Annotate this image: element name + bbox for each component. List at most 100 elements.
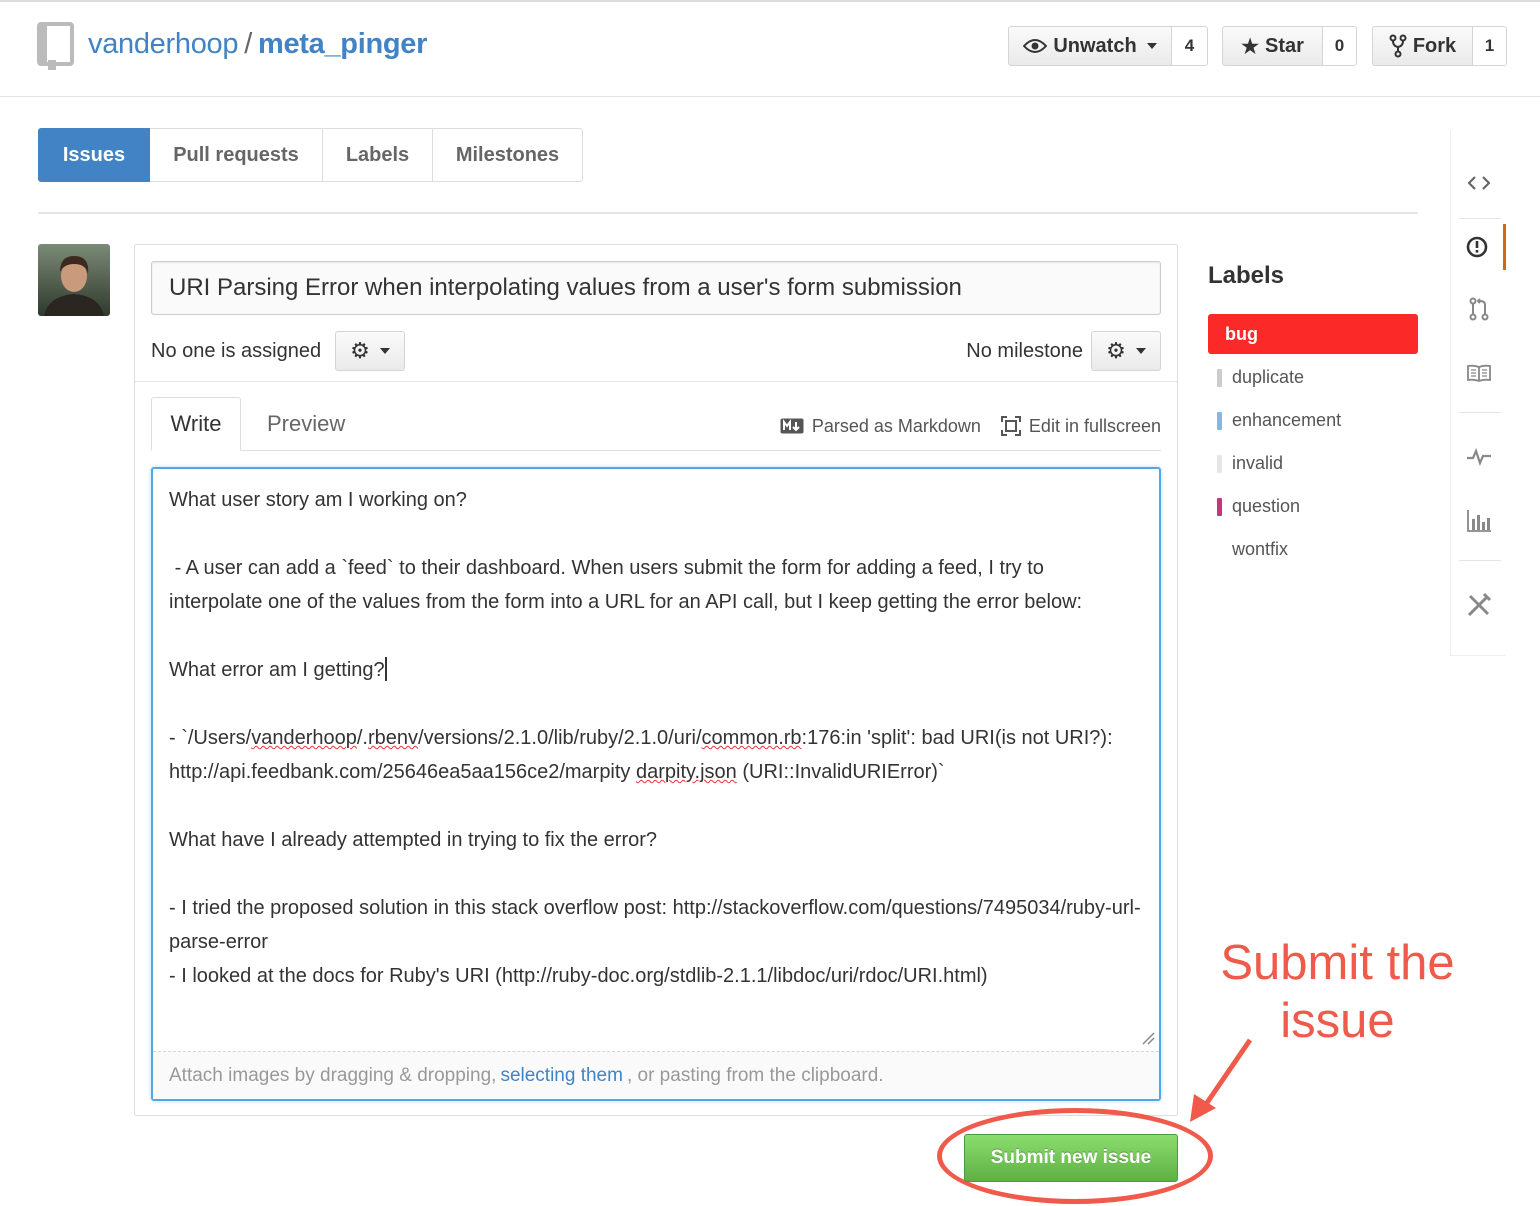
issue-body-textarea[interactable]: What user story am I working on? - A use… bbox=[151, 467, 1161, 1101]
label-name: duplicate bbox=[1232, 367, 1305, 387]
body-line: /versions/2.1.0/lib/ruby/2.1.0/uri/ bbox=[418, 727, 702, 749]
pull-request-icon[interactable] bbox=[1451, 286, 1506, 332]
fork-count[interactable]: 1 bbox=[1473, 26, 1507, 66]
repo-name-link[interactable]: meta_pinger bbox=[258, 28, 427, 60]
issue-meta-row: No one is assigned ⚙ No milestone ⚙ bbox=[151, 331, 1161, 371]
assignee-text: No one is assigned bbox=[151, 340, 322, 362]
annotation-line: Submit the bbox=[1220, 936, 1455, 990]
body-line: What have I already attempted in trying … bbox=[169, 829, 658, 851]
editor-tools: Parsed as Markdown Edit in fullscreen bbox=[780, 413, 1161, 439]
label-name: bug bbox=[1225, 324, 1258, 344]
avatar[interactable] bbox=[38, 244, 110, 316]
repo-separator: / bbox=[244, 28, 252, 60]
graphs-icon[interactable] bbox=[1451, 498, 1506, 544]
misspelled-word: rbenv bbox=[368, 727, 419, 749]
chevron-down-icon bbox=[379, 348, 390, 354]
label-list: bug duplicate enhancement invalid questi… bbox=[1208, 314, 1418, 572]
divider bbox=[38, 212, 1418, 214]
misspelled-word: darpity.json bbox=[636, 761, 737, 783]
labels-heading: Labels bbox=[1208, 262, 1285, 289]
gear-icon: ⚙ bbox=[1106, 338, 1126, 363]
form-divider bbox=[135, 381, 1177, 382]
markdown-icon bbox=[780, 418, 804, 434]
body-line: - I looked at the docs for Ruby's URI (h… bbox=[169, 965, 988, 987]
body-line: - A user can add a `feed` to their dashb… bbox=[169, 557, 1083, 613]
star-count[interactable]: 0 bbox=[1323, 26, 1357, 66]
resize-handle-icon[interactable] bbox=[1141, 1031, 1155, 1045]
tab-milestones[interactable]: Milestones bbox=[433, 128, 583, 182]
star-icon: ★ bbox=[1241, 35, 1260, 58]
fullscreen-label: Edit in fullscreen bbox=[1028, 415, 1161, 436]
label-name: invalid bbox=[1232, 453, 1284, 473]
tab-preview[interactable]: Preview bbox=[267, 397, 345, 451]
label-invalid[interactable]: invalid bbox=[1208, 443, 1418, 486]
settings-icon[interactable] bbox=[1451, 582, 1506, 628]
issues-subnav: Issues Pull requests Labels Milestones bbox=[38, 128, 583, 182]
new-issue-form: URI Parsing Error when interpolating val… bbox=[134, 244, 1178, 1116]
markdown-note: Parsed as Markdown bbox=[811, 415, 981, 436]
repo-owner-link[interactable]: vanderhoop bbox=[88, 28, 238, 60]
star-group: ★ Star 0 bbox=[1222, 26, 1357, 66]
tab-underline bbox=[151, 450, 1161, 451]
star-button[interactable]: ★ Star bbox=[1222, 26, 1323, 66]
label-bug[interactable]: bug bbox=[1208, 314, 1418, 354]
label-enhancement[interactable]: enhancement bbox=[1208, 400, 1418, 443]
repo-header: vanderhoop / meta_pinger Unwatch 4 ★ Star … bbox=[0, 0, 1540, 97]
fork-icon bbox=[1389, 34, 1407, 58]
attach-text: , or pasting from the clipboard. bbox=[626, 1064, 884, 1086]
star-label: Star bbox=[1265, 34, 1304, 57]
label-duplicate[interactable]: duplicate bbox=[1208, 357, 1418, 400]
tab-issues[interactable]: Issues bbox=[38, 128, 150, 182]
attach-text: Attach images by dragging & dropping, bbox=[169, 1064, 497, 1086]
label-question[interactable]: question bbox=[1208, 486, 1418, 529]
watch-count[interactable]: 4 bbox=[1172, 26, 1208, 66]
annotation-callout: Submit the issue bbox=[1190, 934, 1485, 1050]
unwatch-button[interactable]: Unwatch bbox=[1008, 26, 1172, 66]
label-color-swatch bbox=[1217, 412, 1222, 430]
submit-new-issue-button[interactable]: Submit new issue bbox=[964, 1134, 1178, 1182]
markdown-help-link[interactable]: Parsed as Markdown bbox=[780, 416, 981, 437]
tab-write[interactable]: Write bbox=[151, 397, 241, 451]
tab-pull-requests[interactable]: Pull requests bbox=[150, 128, 323, 182]
nav-divider bbox=[1459, 218, 1501, 219]
fullscreen-link[interactable]: Edit in fullscreen bbox=[1000, 415, 1161, 437]
misspelled-word: common.rb bbox=[701, 727, 802, 749]
label-name: enhancement bbox=[1232, 410, 1342, 430]
issue-title-input[interactable]: URI Parsing Error when interpolating val… bbox=[151, 261, 1161, 315]
select-files-link[interactable]: selecting them bbox=[500, 1065, 623, 1087]
body-line: - `/Users/ bbox=[169, 727, 252, 749]
issues-icon[interactable] bbox=[1451, 224, 1506, 270]
fork-button[interactable]: Fork bbox=[1372, 26, 1473, 66]
fork-group: Fork 1 bbox=[1372, 26, 1507, 66]
gear-icon: ⚙ bbox=[350, 338, 370, 363]
label-name: question bbox=[1232, 496, 1301, 516]
label-name: wontfix bbox=[1232, 539, 1289, 559]
label-color-swatch bbox=[1217, 369, 1222, 387]
label-color-swatch bbox=[1217, 541, 1222, 559]
body-line: /. bbox=[356, 727, 368, 749]
milestone-text: No milestone bbox=[966, 340, 1083, 362]
milestone-settings-button[interactable]: ⚙ bbox=[1091, 331, 1161, 371]
label-wontfix[interactable]: wontfix bbox=[1208, 529, 1418, 572]
unwatch-label: Unwatch bbox=[1053, 34, 1137, 57]
chevron-down-icon bbox=[1146, 43, 1157, 49]
body-line: (URI::InvalidURIError)` bbox=[736, 761, 945, 783]
avatar-image bbox=[38, 244, 110, 316]
wiki-icon[interactable] bbox=[1451, 350, 1506, 396]
label-color-swatch bbox=[1217, 455, 1222, 473]
assignee-settings-button[interactable]: ⚙ bbox=[335, 331, 405, 371]
repo-title: vanderhoop / meta_pinger bbox=[88, 28, 427, 61]
code-icon[interactable] bbox=[1451, 160, 1506, 206]
annotation-arrow-icon bbox=[1190, 1038, 1253, 1122]
tab-labels[interactable]: Labels bbox=[323, 128, 433, 182]
fork-label: Fork bbox=[1412, 34, 1457, 57]
eye-icon bbox=[1023, 39, 1048, 53]
body-line: - I tried the proposed solution in this … bbox=[169, 897, 1141, 953]
nav-divider bbox=[1459, 412, 1501, 413]
attach-images-bar[interactable]: Attach images by dragging & dropping, se… bbox=[153, 1051, 1159, 1099]
repo-nav bbox=[1450, 130, 1506, 656]
body-line: What error am I getting? bbox=[169, 659, 385, 681]
repo-icon bbox=[37, 22, 74, 70]
body-line: What user story am I working on? bbox=[169, 489, 467, 511]
pulse-icon[interactable] bbox=[1451, 434, 1506, 480]
